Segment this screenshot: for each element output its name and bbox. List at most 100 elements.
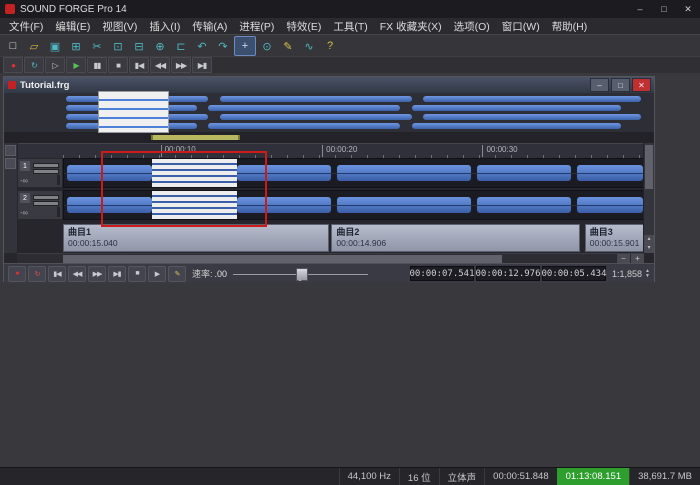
pencil-tool-icon[interactable]: ✎: [278, 37, 298, 55]
overview-waveform-bar: [220, 96, 412, 102]
track-1-waveform[interactable]: [63, 158, 644, 188]
rate-slider[interactable]: ▲: [233, 267, 368, 281]
menu-item[interactable]: 工具(T): [327, 19, 373, 34]
transport-glyph: ▮▮: [94, 61, 101, 70]
undo-icon[interactable]: ↶: [192, 37, 212, 55]
track-1-header[interactable]: 1 -∞: [17, 158, 63, 188]
menu-item[interactable]: 文件(F): [3, 19, 49, 34]
waveform-segment[interactable]: [237, 165, 332, 181]
waveform-segment[interactable]: [67, 197, 152, 213]
menu-item[interactable]: 传输(A): [186, 19, 233, 34]
play-button[interactable]: ▶: [148, 266, 166, 282]
track-volume-fader[interactable]: [33, 195, 59, 200]
menu-item[interactable]: 选项(O): [448, 19, 496, 34]
envelope-tool-icon[interactable]: ∿: [299, 37, 319, 55]
zoom-ratio-spinner[interactable]: ▲▼: [645, 269, 650, 279]
vertical-scrollbar[interactable]: ▴ ▾: [643, 143, 654, 253]
menu-item[interactable]: 特效(E): [280, 19, 327, 34]
menu-item[interactable]: FX 收藏夹(X): [374, 19, 448, 34]
record-button[interactable]: ●: [3, 57, 23, 73]
trim-icon[interactable]: ⊏: [171, 37, 191, 55]
waveform-segment[interactable]: [237, 197, 332, 213]
doc-minimize-button[interactable]: –: [590, 78, 609, 92]
region-block[interactable]: 曲目2 00:00:14.906: [331, 224, 580, 252]
scroll-up-icon[interactable]: ▴: [644, 235, 654, 244]
magnify-tool-icon[interactable]: ⊙: [257, 37, 277, 55]
rewind-button[interactable]: ◀◀: [68, 266, 86, 282]
waveform-segment[interactable]: [577, 165, 643, 181]
rewind-button[interactable]: ◀◀: [150, 57, 170, 73]
menu-item[interactable]: 编辑(E): [49, 19, 96, 34]
track-number[interactable]: 2: [20, 193, 30, 203]
waveform-segment[interactable]: [67, 165, 152, 181]
overview-waveform-bar: [423, 114, 641, 120]
menu-item[interactable]: 窗口(W): [496, 19, 546, 34]
region-block[interactable]: 曲目3 00:00:15.901: [585, 224, 644, 252]
loop-region-bar[interactable]: [151, 135, 240, 140]
go-to-end-button[interactable]: ▶▮: [108, 266, 126, 282]
new-file-icon[interactable]: □: [3, 37, 23, 55]
edit-tool-icon[interactable]: +: [234, 36, 256, 56]
save-all-icon[interactable]: ⊞: [66, 37, 86, 55]
doc-close-button[interactable]: ✕: [632, 78, 651, 92]
loop-playback-button[interactable]: ↻: [24, 57, 44, 73]
minimize-button[interactable]: –: [628, 0, 652, 18]
track-pan-fader[interactable]: [33, 169, 59, 174]
waveform-segment[interactable]: [337, 165, 471, 181]
go-to-end-button[interactable]: ▶▮: [192, 57, 212, 73]
stop-button[interactable]: ■: [108, 57, 128, 73]
toolbar-glyph: ⊞: [71, 40, 80, 53]
scroll-down-icon[interactable]: ▾: [644, 244, 654, 253]
stop-button[interactable]: ■: [128, 266, 146, 282]
open-folder-icon[interactable]: ▱: [24, 37, 44, 55]
snap-icon[interactable]: [5, 158, 16, 169]
copy-icon[interactable]: ⊡: [108, 37, 128, 55]
waveform-segment[interactable]: [477, 165, 571, 181]
loop-playback-button[interactable]: ↻: [28, 266, 46, 282]
selected-audio-region[interactable]: [152, 191, 237, 219]
play-button[interactable]: ▶: [66, 57, 86, 73]
track-2-waveform[interactable]: [63, 190, 644, 220]
track-pan-fader[interactable]: [33, 201, 59, 206]
save-icon[interactable]: ▣: [45, 37, 65, 55]
region-block[interactable]: 曲目1 00:00:15.040: [63, 224, 329, 252]
marker-strip[interactable]: [4, 132, 654, 143]
record-button[interactable]: ●: [8, 266, 26, 282]
maximize-button[interactable]: □: [652, 0, 676, 18]
menu-item[interactable]: 插入(I): [143, 19, 186, 34]
track-2-header[interactable]: 2 -∞: [17, 190, 63, 220]
ruler-label-text: 00:00:20: [326, 145, 357, 154]
forward-button[interactable]: ▶▶: [171, 57, 191, 73]
menu-item[interactable]: 帮助(H): [546, 19, 594, 34]
track-number[interactable]: 1: [20, 161, 30, 171]
waveform-overview[interactable]: [4, 93, 654, 132]
vscroll-thumb[interactable]: [645, 145, 653, 189]
lock-icon[interactable]: [5, 145, 16, 156]
status-item: 00:00:51.848: [484, 468, 556, 485]
menu-item[interactable]: 视图(V): [96, 19, 143, 34]
edit-tool-button[interactable]: ✎: [168, 266, 186, 282]
waveform-segment[interactable]: [477, 197, 571, 213]
track-volume-fader[interactable]: [33, 163, 59, 168]
close-button[interactable]: ✕: [676, 0, 700, 18]
go-to-start-button[interactable]: ▮◀: [129, 57, 149, 73]
paste-icon[interactable]: ⊟: [129, 37, 149, 55]
play-all-button[interactable]: ▷: [45, 57, 65, 73]
doc-maximize-button[interactable]: □: [611, 78, 630, 92]
cut-icon[interactable]: ✂: [87, 37, 107, 55]
forward-button[interactable]: ▶▶: [88, 266, 106, 282]
overview-selection[interactable]: [98, 91, 169, 133]
menu-item[interactable]: 进程(P): [233, 19, 280, 34]
time-ruler[interactable]: 00:00:10 00:00:20 00:00:30: [4, 143, 654, 159]
toolbar-glyph: ✎: [283, 40, 292, 53]
hscroll-thumb[interactable]: [63, 255, 502, 263]
help-icon[interactable]: ?: [320, 37, 340, 55]
toolbar-glyph: ↷: [218, 40, 227, 53]
mix-icon[interactable]: ⊕: [150, 37, 170, 55]
redo-icon[interactable]: ↷: [213, 37, 233, 55]
pause-button[interactable]: ▮▮: [87, 57, 107, 73]
waveform-segment[interactable]: [577, 197, 643, 213]
selected-audio-region[interactable]: [152, 159, 237, 187]
go-to-start-button[interactable]: ▮◀: [48, 266, 66, 282]
waveform-segment[interactable]: [337, 197, 471, 213]
